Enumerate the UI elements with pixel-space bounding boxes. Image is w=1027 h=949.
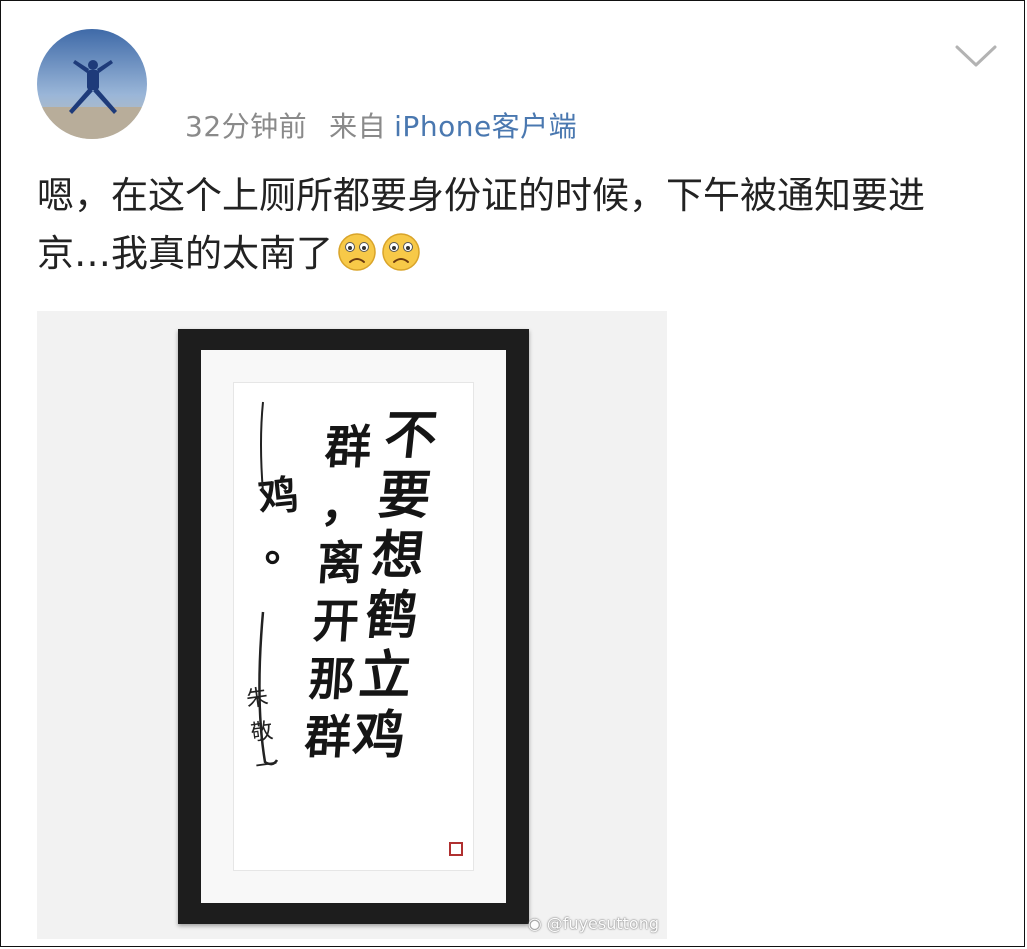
brush-strokes <box>258 401 279 766</box>
avatar-image <box>37 29 147 139</box>
weibo-post-card: 32分钟前 来自 iPhone客户端 嗯，在这个上厕所都要身份证的时候，下午被通知要… <box>0 0 1025 947</box>
picture-mat: 不要想鹤立鸡 群，离开那群 鸡。 朱敬一 <box>201 350 506 903</box>
author-avatar[interactable] <box>37 29 147 139</box>
calligraphy-char: 一 <box>254 752 280 781</box>
image-watermark: ◉ @fuyesuttong <box>528 914 659 933</box>
red-seal-stamp <box>449 842 463 856</box>
calligraphy-char: 敬 <box>249 718 275 747</box>
post-body: 嗯，在这个上厕所都要身份证的时候，下午被通知要进京…我真的太南了 <box>37 167 997 283</box>
picture-frame: 不要想鹤立鸡 群，离开那群 鸡。 朱敬一 <box>178 329 529 924</box>
post-image[interactable]: 不要想鹤立鸡 群，离开那群 鸡。 朱敬一 ◉ @fuyesuttong <box>37 311 667 939</box>
watermark-text: @fuyesuttong <box>546 914 659 933</box>
source-client-link[interactable]: iPhone客户端 <box>394 110 577 143</box>
post-time: 32分钟前 <box>185 110 308 143</box>
post-text: 嗯，在这个上厕所都要身份证的时候，下午被通知要进京…我真的太南了 <box>37 174 925 275</box>
source-label: 来自 <box>329 110 387 143</box>
weibo-logo-icon: ◉ <box>527 914 542 933</box>
sad-face-icon <box>382 233 420 271</box>
sad-face-icon <box>338 233 376 271</box>
post-meta: 32分钟前 来自 iPhone客户端 <box>185 105 577 145</box>
calligraphy-char: 朱 <box>244 684 270 713</box>
chevron-down-icon[interactable] <box>953 41 999 69</box>
calligraphy-paper: 不要想鹤立鸡 群，离开那群 鸡。 朱敬一 <box>233 382 474 871</box>
